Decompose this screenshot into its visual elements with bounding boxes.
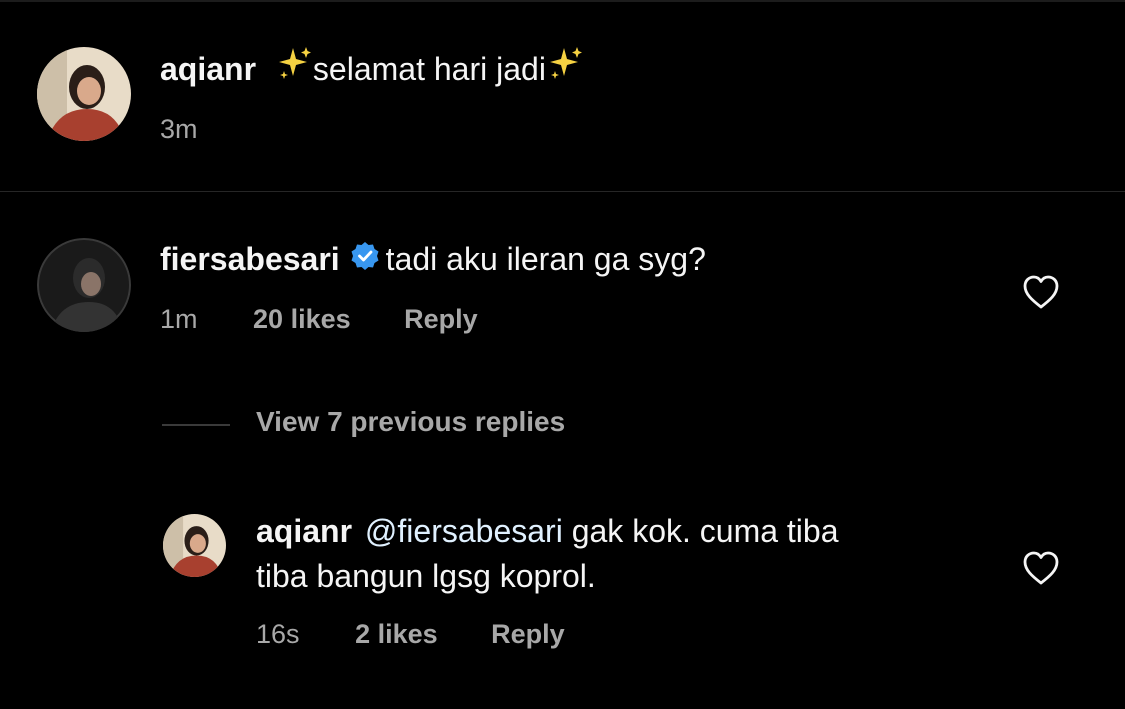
caption-divider: [0, 191, 1125, 192]
timestamp: 16s: [256, 619, 300, 649]
view-previous-replies-button[interactable]: View 7 previous replies: [256, 406, 565, 438]
comment-body: tadi aku ileran ga syg?: [385, 241, 706, 277]
heart-icon[interactable]: [1022, 274, 1060, 315]
username[interactable]: fiersabesari: [160, 241, 340, 277]
mention-link[interactable]: @fiersabesari: [365, 513, 563, 549]
avatar-aqianr-reply[interactable]: [163, 514, 226, 577]
heart-icon[interactable]: [1022, 550, 1060, 591]
comment-text-1: aqianr selamat hari jadi: [160, 47, 584, 95]
verified-badge-icon: [350, 238, 380, 282]
sparkle-icon: [548, 45, 584, 92]
reply-text-line-1: aqianr @fiersabesari gak kok. cuma tiba: [256, 509, 839, 553]
reply-button[interactable]: Reply: [404, 304, 478, 334]
username[interactable]: aqianr: [256, 513, 352, 549]
reply-meta: 16s 2 likes Reply: [256, 619, 565, 650]
likes-count[interactable]: 20 likes: [253, 304, 351, 334]
reply-body-1: gak kok. cuma tiba: [562, 513, 839, 549]
comment-meta-1: 3m: [160, 114, 198, 145]
comment-body: selamat hari jadi: [312, 51, 546, 87]
reply-body-2: tiba bangun lgsg koprol.: [256, 558, 596, 594]
reply-text-line-2: tiba bangun lgsg koprol.: [256, 554, 596, 598]
likes-count[interactable]: 2 likes: [355, 619, 438, 649]
top-border: [0, 0, 1125, 2]
timestamp: 1m: [160, 304, 198, 334]
comment-text-2: fiersabesari tadi aku ileran ga syg?: [160, 237, 706, 284]
username[interactable]: aqianr: [160, 51, 256, 87]
avatar-aqianr[interactable]: [37, 47, 131, 141]
replies-divider-line: [162, 424, 230, 426]
sparkle-icon: [277, 45, 313, 92]
comment-meta-2: 1m 20 likes Reply: [160, 304, 478, 335]
timestamp: 3m: [160, 114, 198, 144]
reply-button[interactable]: Reply: [491, 619, 565, 649]
avatar-fiersabesari[interactable]: [37, 238, 131, 332]
